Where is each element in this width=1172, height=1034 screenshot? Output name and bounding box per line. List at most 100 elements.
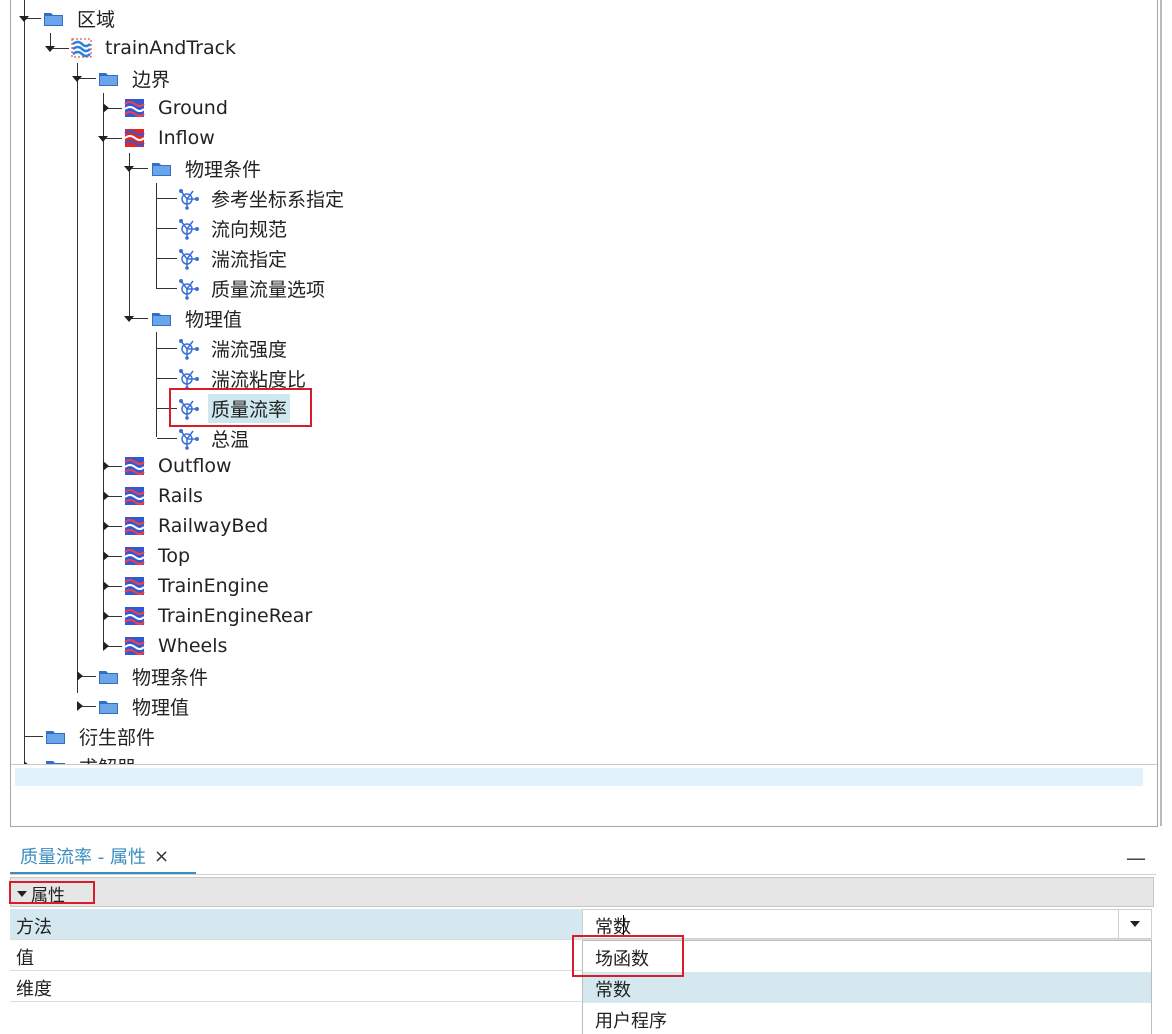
physics-value-icon <box>177 278 199 300</box>
properties-tab[interactable]: 质量流率 - 属性 × <box>20 843 169 869</box>
option-label: 用户程序 <box>595 1011 667 1032</box>
tree-node-ground[interactable]: Ground <box>11 94 231 122</box>
tree-node-total-temperature[interactable]: 总温 <box>11 424 252 452</box>
tree-node-region-physics-values[interactable]: 物理值 <box>11 692 192 720</box>
tree-node-label: 物理值 <box>185 308 243 331</box>
option-label: 常数 <box>595 980 631 1001</box>
expand-toggle[interactable] <box>103 611 109 621</box>
tree-node-label: Top <box>158 545 191 567</box>
physics-value-icon <box>177 338 199 360</box>
tree-node-top[interactable]: Top <box>11 542 193 570</box>
tree-node-regions[interactable]: 区域 <box>11 4 118 32</box>
boundary-icon <box>124 606 146 626</box>
expand-toggle[interactable] <box>103 551 109 561</box>
expand-toggle[interactable] <box>103 581 109 591</box>
tree-node-label: trainAndTrack <box>105 37 237 59</box>
tree-node-train-engine-rear[interactable]: TrainEngineRear <box>11 602 315 630</box>
section-highlight-box <box>9 881 95 904</box>
minimize-button[interactable]: — <box>1126 846 1146 870</box>
tree-node-label: Rails <box>158 485 203 507</box>
boundary-icon <box>124 98 146 118</box>
expand-toggle[interactable] <box>124 316 134 322</box>
tree-node-label: 衍生部件 <box>79 726 156 749</box>
tree-node-label: TrainEngine <box>158 575 269 597</box>
expand-toggle[interactable] <box>19 16 29 22</box>
panel-border <box>1160 0 1162 826</box>
chevron-down-icon <box>1130 921 1140 927</box>
simulation-tree-panel: 区域 trainAndTrack 边界 Ground Inflow 物理条件 参… <box>10 0 1158 827</box>
tree-node-physics-conditions[interactable]: 物理条件 <box>11 154 264 182</box>
expand-toggle[interactable] <box>103 641 109 651</box>
expand-toggle[interactable] <box>77 701 83 711</box>
tree-node-boundaries[interactable]: 边界 <box>11 64 173 92</box>
tree-node-label: Inflow <box>158 127 215 149</box>
expand-toggle[interactable] <box>103 491 109 501</box>
tree-node-label: 物理值 <box>132 696 190 719</box>
folder-icon <box>45 726 67 746</box>
expand-toggle[interactable] <box>98 136 108 142</box>
tree-node-derived-parts[interactable]: 衍生部件 <box>11 722 158 750</box>
expand-toggle[interactable] <box>45 46 55 52</box>
folder-icon <box>45 756 67 764</box>
tree-node-solvers[interactable]: 求解器 <box>11 752 139 764</box>
tree-node-label: 质量流量选项 <box>211 278 326 301</box>
region-icon <box>71 38 93 58</box>
expand-toggle[interactable] <box>72 76 82 82</box>
tree-node-label: RailwayBed <box>158 515 269 537</box>
property-name: 方法 <box>16 917 52 938</box>
properties-section-header[interactable]: 属性 <box>9 877 1154 907</box>
expand-toggle[interactable] <box>103 103 109 113</box>
expand-toggle[interactable] <box>103 521 109 531</box>
tree-node-region-physics-conditions[interactable]: 物理条件 <box>11 662 211 690</box>
text-caret <box>623 915 624 935</box>
tree-node-label: Wheels <box>158 635 228 657</box>
close-icon[interactable]: × <box>154 846 169 867</box>
tree-node-label: Ground <box>158 97 228 119</box>
tree-node-train-engine[interactable]: TrainEngine <box>11 572 272 600</box>
tree-node-label: TrainEngineRear <box>158 605 313 627</box>
tree-node-label: 湍流强度 <box>211 338 288 361</box>
physics-value-icon <box>177 428 199 450</box>
divider <box>10 874 1156 875</box>
expand-toggle[interactable] <box>77 671 83 681</box>
tree-node-region[interactable]: trainAndTrack <box>11 34 239 62</box>
property-name: 维度 <box>16 979 52 1000</box>
tree-node-label: 参考坐标系指定 <box>211 188 345 211</box>
tree-status-strip <box>15 768 1143 786</box>
folder-icon <box>151 158 173 178</box>
tree-node-reference-frame[interactable]: 参考坐标系指定 <box>11 184 347 212</box>
property-name: 值 <box>16 948 34 969</box>
boundary-icon <box>124 546 146 566</box>
boundary-icon <box>124 576 146 596</box>
inlet-boundary-icon <box>124 128 146 148</box>
physics-value-icon <box>177 368 199 390</box>
tree-node-outflow[interactable]: Outflow <box>11 452 235 480</box>
tree-node-turbulence-spec[interactable]: 湍流指定 <box>11 244 290 272</box>
tree-node-flow-direction[interactable]: 流向规范 <box>11 214 290 242</box>
tree-node-physics-values[interactable]: 物理值 <box>11 304 245 332</box>
boundary-icon <box>124 516 146 536</box>
tree-node-label: 物理条件 <box>132 666 209 689</box>
tree-node-mass-flow-option[interactable]: 质量流量选项 <box>11 274 328 302</box>
tree-node-inflow[interactable]: Inflow <box>11 124 218 152</box>
dropdown-option-user-code[interactable]: 用户程序 <box>583 1003 1151 1034</box>
tree-node-wheels[interactable]: Wheels <box>11 632 230 660</box>
physics-value-icon <box>177 188 199 210</box>
tree-node-label: 流向规范 <box>211 218 288 241</box>
tree-node-label: 总温 <box>211 428 250 451</box>
tree-node-label: Outflow <box>158 455 232 477</box>
dropdown-button[interactable] <box>1118 910 1151 938</box>
tree-node-label: 边界 <box>132 68 171 91</box>
physics-value-icon <box>177 248 199 270</box>
tree-node-turbulence-intensity[interactable]: 湍流强度 <box>11 334 290 362</box>
expand-toggle[interactable] <box>124 166 134 172</box>
tree-node-label: 湍流指定 <box>211 248 288 271</box>
properties-tab-title: 质量流率 - 属性 <box>20 847 146 868</box>
tree-node-label: 求解器 <box>76 752 139 765</box>
folder-icon <box>98 68 120 88</box>
boundary-icon <box>124 486 146 506</box>
folder-icon <box>151 308 173 328</box>
tree-node-rails[interactable]: Rails <box>11 482 206 510</box>
tree-node-railway-bed[interactable]: RailwayBed <box>11 512 271 540</box>
expand-toggle[interactable] <box>103 461 109 471</box>
